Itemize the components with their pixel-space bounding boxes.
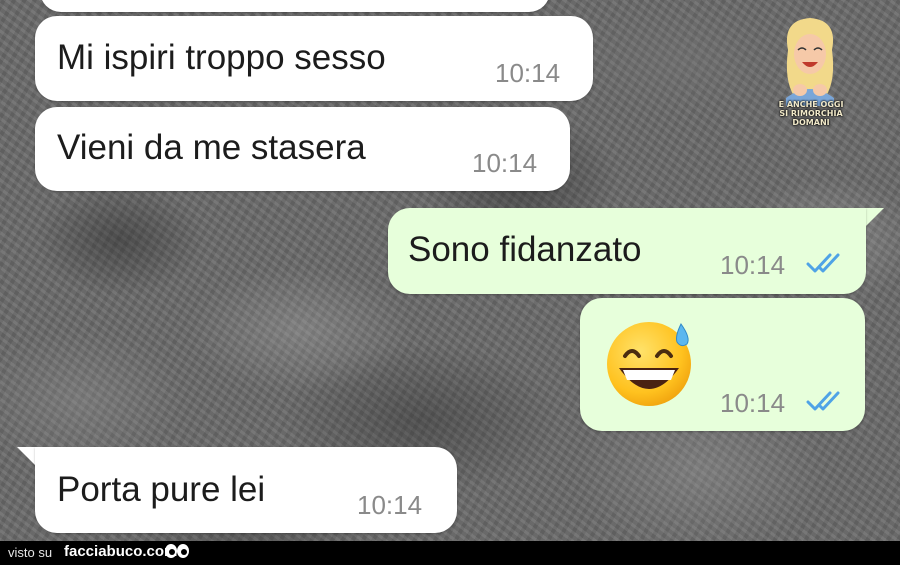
message-text: Vieni da me stasera xyxy=(57,128,366,167)
double-check-blue-icon xyxy=(806,253,840,273)
double-check-blue-icon xyxy=(806,391,840,411)
message-time: 10:14 xyxy=(495,58,561,88)
footer-brand-link[interactable]: facciabuco.com xyxy=(64,543,177,560)
message-time: 10:14 xyxy=(357,490,423,520)
eyes-icon xyxy=(165,544,189,558)
message-time: 10:14 xyxy=(720,250,786,280)
message-text: Mi ispiri troppo sesso xyxy=(57,38,386,77)
grinning-face-with-sweat-emoji xyxy=(607,322,691,406)
message-time: 10:14 xyxy=(472,148,538,178)
sticker-caption-line: E ANCHE OGGI xyxy=(778,100,844,109)
message-bubble-cut-off[interactable] xyxy=(40,0,550,12)
message-time: 10:14 xyxy=(720,388,786,418)
sticker-caption: E ANCHE OGGI SI RIMORCHIA DOMANI xyxy=(766,100,856,127)
message-text: Sono fidanzato xyxy=(408,230,642,269)
watermark-footer: visto su facciabuco.com xyxy=(0,541,900,565)
sticker-caption-line: SI RIMORCHIA DOMANI xyxy=(779,109,843,127)
message-text: Porta pure lei xyxy=(57,470,266,509)
footer-prefix-text: visto su xyxy=(8,545,53,560)
